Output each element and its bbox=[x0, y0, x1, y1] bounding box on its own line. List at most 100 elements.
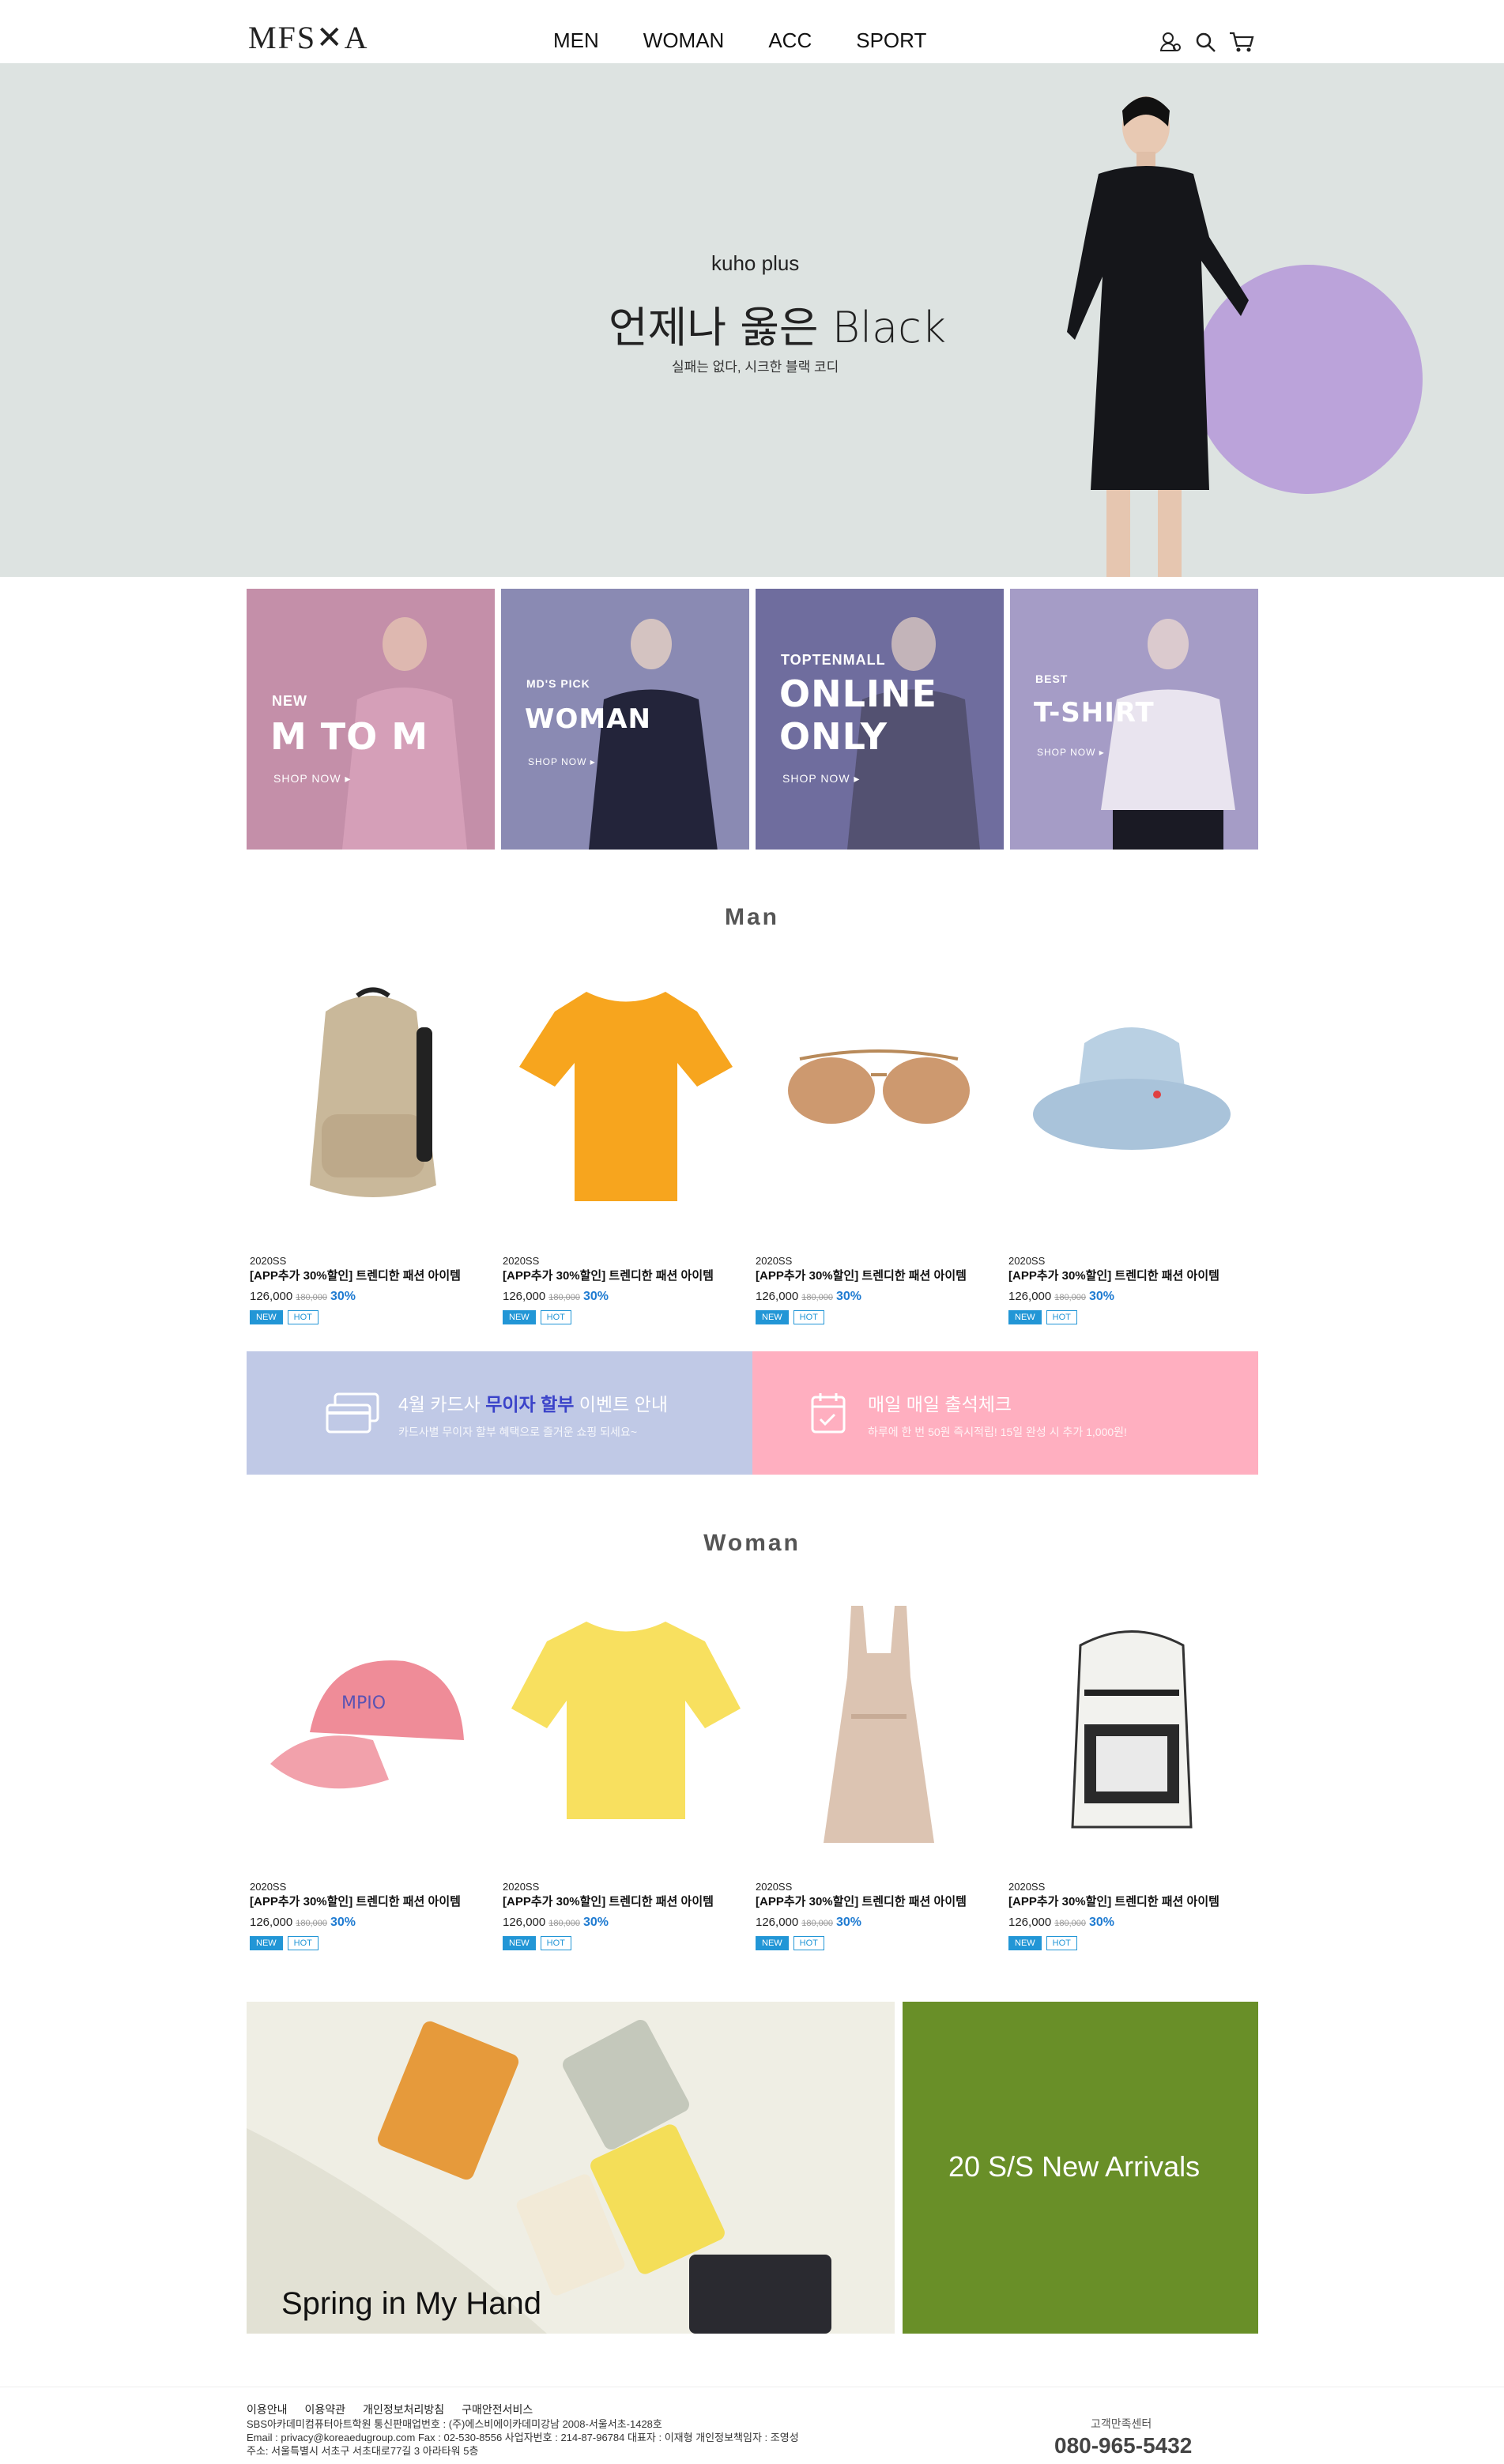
new-arrivals-banner[interactable]: 20 S/S New Arrivals bbox=[903, 2002, 1258, 2334]
banner-tag: BEST bbox=[1035, 673, 1069, 685]
product-badges: NEW HOT bbox=[250, 1310, 319, 1324]
banner-title: M TO M bbox=[270, 715, 429, 758]
woman-product-list: MPIO 2020SS [APP추가 30%할인] 트렌디한 패션 아이템 12… bbox=[247, 1606, 1258, 1950]
product-name[interactable]: [APP추가 30%할인] 트렌디한 패션 아이템 bbox=[250, 1893, 461, 1909]
hot-badge: HOT bbox=[793, 1310, 824, 1324]
footer: 이용안내 이용약관 개인정보처리방침 구매안전서비스 SBS아카데미컴퓨터아트학… bbox=[0, 2387, 1504, 2464]
product-price: 126,000 180,000 30% bbox=[503, 1916, 609, 1930]
banner-title-line2: ONLY bbox=[779, 715, 888, 758]
hot-badge: HOT bbox=[540, 1936, 571, 1950]
shop-now-link[interactable]: SHOP NOW ▸ bbox=[782, 772, 860, 786]
product-name[interactable]: [APP추가 30%할인] 트렌디한 패션 아이템 bbox=[503, 1893, 714, 1909]
nav-acc[interactable]: ACC bbox=[768, 28, 812, 53]
hero-description: 실패는 없다, 시크한 블랙 코디 bbox=[672, 360, 839, 375]
footer-link-safe-purchase[interactable]: 구매안전서비스 bbox=[462, 2402, 533, 2417]
calendar-icon bbox=[811, 1393, 846, 1434]
backpack-icon bbox=[310, 987, 436, 1197]
original-price: 180,000 bbox=[296, 1919, 327, 1928]
nav-woman[interactable]: WOMAN bbox=[643, 28, 725, 53]
new-badge: NEW bbox=[250, 1310, 283, 1324]
product-badges: NEW HOT bbox=[756, 1310, 824, 1324]
product-name[interactable]: [APP추가 30%할인] 트렌디한 패션 아이템 bbox=[1008, 1267, 1219, 1283]
product-badges: NEW HOT bbox=[1008, 1936, 1077, 1950]
cart-icon[interactable] bbox=[1228, 30, 1254, 54]
product-badges: NEW HOT bbox=[250, 1936, 319, 1950]
product-card[interactable]: 2020SS [APP추가 30%할인] 트렌디한 패션 아이템 126,000… bbox=[1005, 980, 1258, 1324]
tshirt-icon bbox=[519, 992, 733, 1201]
product-price: 126,000 180,000 30% bbox=[1008, 1916, 1114, 1930]
discount-rate: 30% bbox=[330, 1290, 356, 1303]
event-title: 4월 카드사 무이자 할부 이벤트 안내 bbox=[398, 1389, 668, 1416]
customer-center-number[interactable]: 080-965-5432 bbox=[1054, 2433, 1192, 2458]
product-name[interactable]: [APP추가 30%할인] 트렌디한 패션 아이템 bbox=[1008, 1893, 1219, 1909]
product-card[interactable]: 2020SS [APP추가 30%할인] 트렌디한 패션 아이템 126,000… bbox=[247, 980, 499, 1324]
product-name[interactable]: [APP추가 30%할인] 트렌디한 패션 아이템 bbox=[756, 1267, 967, 1283]
banner-online-only[interactable]: TOPTENMALL ONLINE ONLY SHOP NOW ▸ bbox=[756, 589, 1004, 850]
footer-link-privacy[interactable]: 개인정보처리방침 bbox=[363, 2402, 444, 2417]
product-season: 2020SS bbox=[1008, 1255, 1046, 1267]
original-price: 180,000 bbox=[548, 1293, 580, 1302]
hero-banner[interactable]: kuho plus 언제나 옳은 Black 실패는 없다, 시크한 블랙 코디 bbox=[0, 63, 1504, 577]
hot-badge: HOT bbox=[287, 1936, 319, 1950]
discount-rate: 30% bbox=[583, 1916, 609, 1929]
discount-rate: 30% bbox=[836, 1916, 862, 1929]
company-info: SBS아카데미컴퓨터아트학원 통신판매업번호 : (주)에스비에이카데미강남 2… bbox=[247, 2417, 799, 2458]
banner-woman[interactable]: MD'S PICK WOMAN SHOP NOW ▸ bbox=[501, 589, 749, 850]
product-card[interactable]: 2020SS [APP추가 30%할인] 트렌디한 패션 아이템 126,000… bbox=[752, 1606, 1005, 1950]
product-name[interactable]: [APP추가 30%할인] 트렌디한 패션 아이템 bbox=[503, 1267, 714, 1283]
shop-now-link[interactable]: SHOP NOW ▸ bbox=[528, 756, 596, 767]
attendance-event-banner[interactable]: 매일 매일 출석체크 하루에 한 번 50원 즉시적립! 15일 완성 시 추가… bbox=[752, 1351, 1258, 1475]
logo[interactable]: MFS✕A bbox=[248, 19, 368, 56]
new-badge: NEW bbox=[756, 1310, 789, 1324]
spring-banner[interactable]: Spring in My Hand bbox=[247, 2002, 895, 2334]
header: MFS✕A MEN WOMAN ACC SPORT bbox=[0, 0, 1504, 63]
nav-men[interactable]: MEN bbox=[553, 28, 599, 53]
sunglasses-icon bbox=[788, 1049, 970, 1124]
credit-card-icon bbox=[326, 1392, 379, 1434]
section-title-man: Man bbox=[725, 904, 779, 930]
footer-link-terms[interactable]: 이용약관 bbox=[305, 2402, 346, 2417]
product-card[interactable]: 2020SS [APP추가 30%할인] 트렌디한 패션 아이템 126,000… bbox=[499, 1606, 752, 1950]
product-name[interactable]: [APP추가 30%할인] 트렌디한 패션 아이템 bbox=[250, 1267, 461, 1283]
banner-tag: MD'S PICK bbox=[526, 677, 590, 690]
banner-tag: NEW bbox=[272, 693, 307, 709]
product-card[interactable]: 2020SS [APP추가 30%할인] 트렌디한 패션 아이템 126,000… bbox=[1005, 1606, 1258, 1950]
user-icon[interactable] bbox=[1159, 30, 1182, 54]
event-description: 카드사별 무이자 할부 혜택으로 즐거운 쇼핑 되세요~ bbox=[398, 1426, 637, 1438]
product-name[interactable]: [APP추가 30%할인] 트렌디한 패션 아이템 bbox=[756, 1893, 967, 1909]
new-badge: NEW bbox=[503, 1936, 536, 1950]
discount-rate: 30% bbox=[836, 1290, 862, 1303]
sale-price: 126,000 bbox=[1008, 1290, 1052, 1303]
hot-badge: HOT bbox=[540, 1310, 571, 1324]
product-card[interactable]: 2020SS [APP추가 30%할인] 트렌디한 패션 아이템 126,000… bbox=[499, 980, 752, 1324]
product-badges: NEW HOT bbox=[503, 1310, 571, 1324]
shop-now-link[interactable]: SHOP NOW ▸ bbox=[1037, 747, 1105, 758]
banner-title: ONLINE bbox=[779, 673, 937, 715]
bucket-hat-icon bbox=[1033, 1027, 1231, 1150]
dress-icon bbox=[824, 1606, 934, 1843]
product-price: 126,000 180,000 30% bbox=[756, 1290, 861, 1304]
nav-sport[interactable]: SPORT bbox=[856, 28, 926, 53]
card-event-banner[interactable]: 4월 카드사 무이자 할부 이벤트 안내 카드사별 무이자 할부 혜택으로 즐거… bbox=[247, 1351, 752, 1475]
product-card[interactable]: 2020SS [APP추가 30%할인] 트렌디한 패션 아이템 126,000… bbox=[752, 980, 1005, 1324]
footer-link-guide[interactable]: 이용안내 bbox=[247, 2402, 288, 2417]
product-season: 2020SS bbox=[503, 1255, 540, 1267]
hot-badge: HOT bbox=[287, 1310, 319, 1324]
sale-price: 126,000 bbox=[503, 1290, 546, 1303]
banner-t-shirt[interactable]: BEST T-SHIRT SHOP NOW ▸ bbox=[1010, 589, 1258, 850]
search-icon[interactable] bbox=[1193, 30, 1217, 54]
customer-center-label: 고객만족센터 bbox=[1091, 2417, 1152, 2430]
category-banners: NEW M TO M SHOP NOW ▸ MD'S PICK WOMAN SH… bbox=[247, 589, 1258, 850]
header-icons bbox=[1159, 30, 1254, 54]
product-card[interactable]: MPIO 2020SS [APP추가 30%할인] 트렌디한 패션 아이템 12… bbox=[247, 1606, 499, 1950]
original-price: 180,000 bbox=[1054, 1919, 1086, 1928]
company-info-line: SBS아카데미컴퓨터아트학원 통신판매업번호 : (주)에스비에이카데미강남 2… bbox=[247, 2418, 662, 2430]
sale-price: 126,000 bbox=[503, 1916, 546, 1929]
shop-now-link[interactable]: SHOP NOW ▸ bbox=[273, 772, 351, 786]
hot-badge: HOT bbox=[1046, 1936, 1077, 1950]
sale-price: 126,000 bbox=[1008, 1916, 1052, 1929]
tshirt-icon bbox=[511, 1622, 741, 1819]
banner-m-to-m[interactable]: NEW M TO M SHOP NOW ▸ bbox=[247, 589, 495, 850]
product-season: 2020SS bbox=[756, 1255, 793, 1267]
discount-rate: 30% bbox=[583, 1290, 609, 1303]
